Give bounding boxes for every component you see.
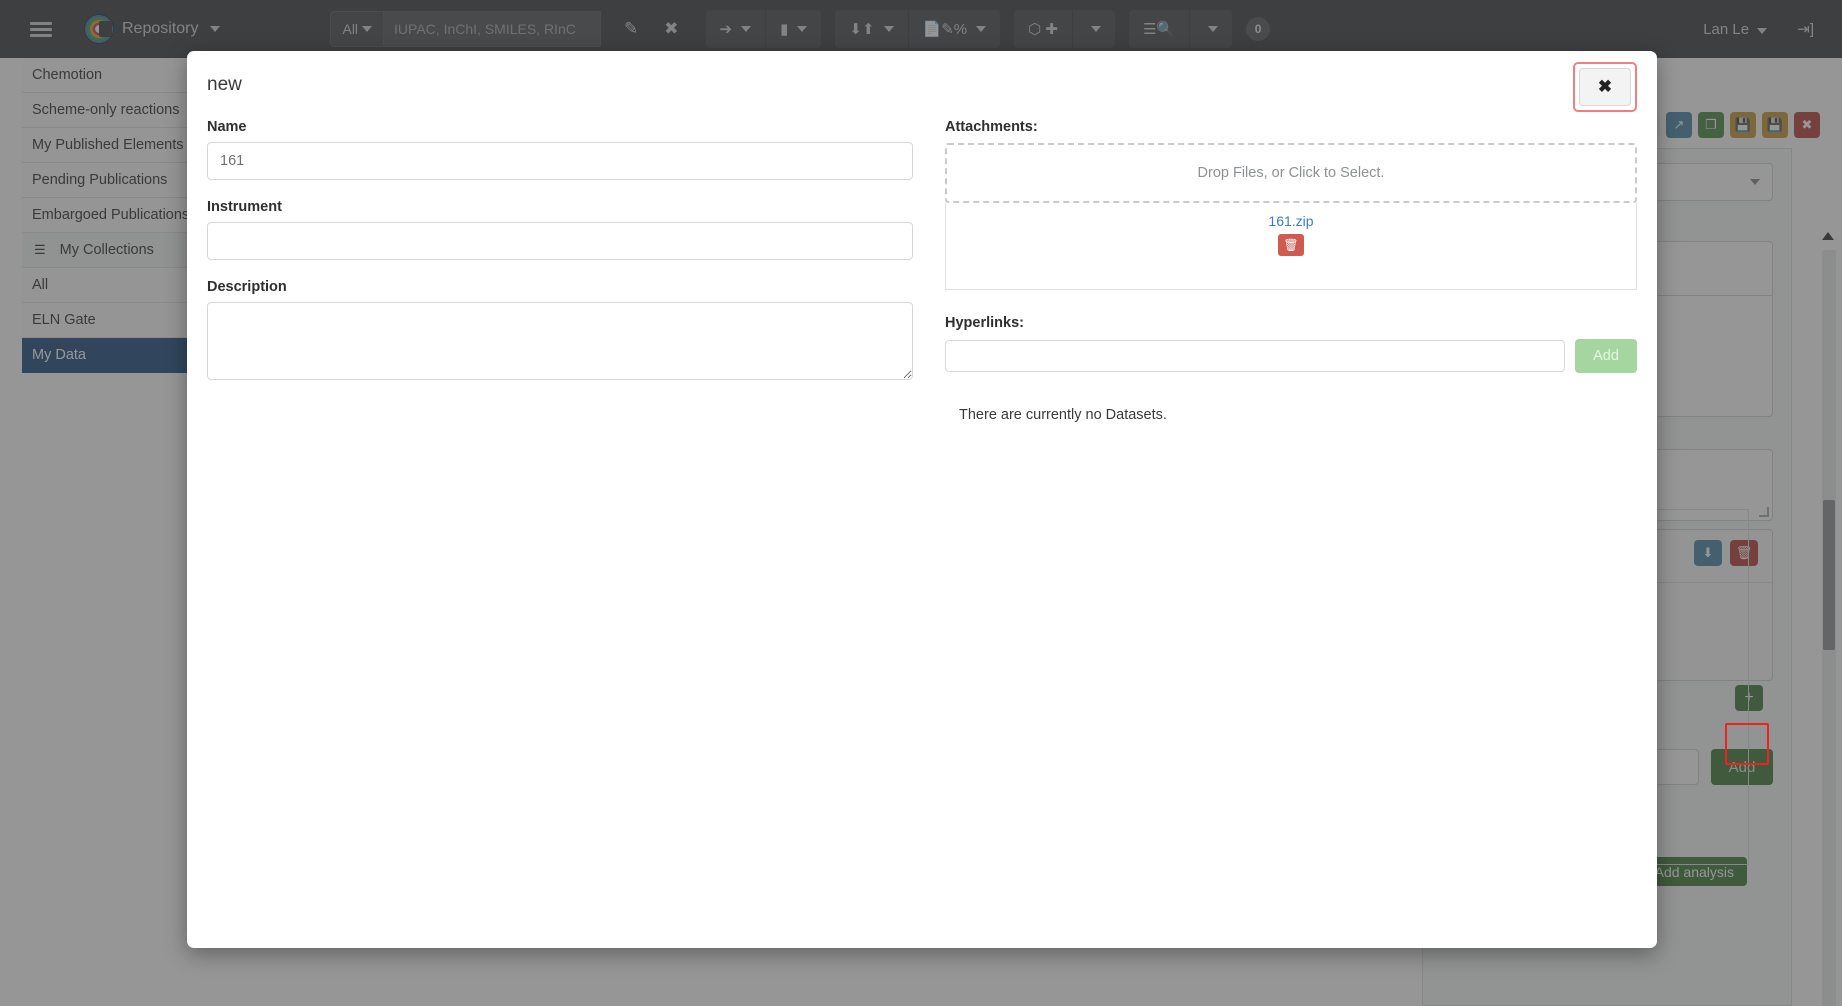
- attachment-file-link[interactable]: 161.zip: [1268, 213, 1313, 229]
- dropzone-text: Drop Files, or Click to Select.: [1198, 165, 1385, 181]
- trash-icon[interactable]: 🗑: [1278, 234, 1304, 256]
- description-label: Description: [207, 279, 913, 295]
- close-icon[interactable]: ✖: [1579, 68, 1631, 106]
- name-label: Name: [207, 119, 913, 135]
- hyperlinks-label: Hyperlinks:: [945, 315, 1637, 331]
- description-textarea[interactable]: [207, 302, 913, 380]
- name-input[interactable]: [207, 142, 913, 180]
- hyperlink-row: Add: [945, 339, 1637, 373]
- annotation-highlight-add: [1725, 723, 1769, 765]
- modal-title: new: [207, 74, 242, 96]
- modal-left-column: Name Instrument Description: [207, 119, 913, 423]
- modal-right-column: Attachments: Drop Files, or Click to Sel…: [945, 119, 1637, 423]
- close-button-highlight: ✖: [1573, 62, 1637, 112]
- attachments-label: Attachments:: [945, 119, 1637, 135]
- attachment-dropzone[interactable]: Drop Files, or Click to Select.: [945, 143, 1637, 203]
- modal-header: new ✖: [187, 51, 1657, 119]
- datasets-empty-message: There are currently no Datasets.: [959, 407, 1637, 423]
- hyperlink-input[interactable]: [945, 340, 1565, 372]
- dataset-modal: new ✖ Name Instrument Description Attach…: [187, 51, 1657, 948]
- hyperlink-add-button[interactable]: Add: [1575, 339, 1637, 373]
- instrument-label: Instrument: [207, 199, 913, 215]
- attachment-list: 161.zip 🗑: [945, 203, 1637, 290]
- modal-body: Name Instrument Description Attachments:…: [187, 119, 1657, 423]
- instrument-input[interactable]: [207, 222, 913, 260]
